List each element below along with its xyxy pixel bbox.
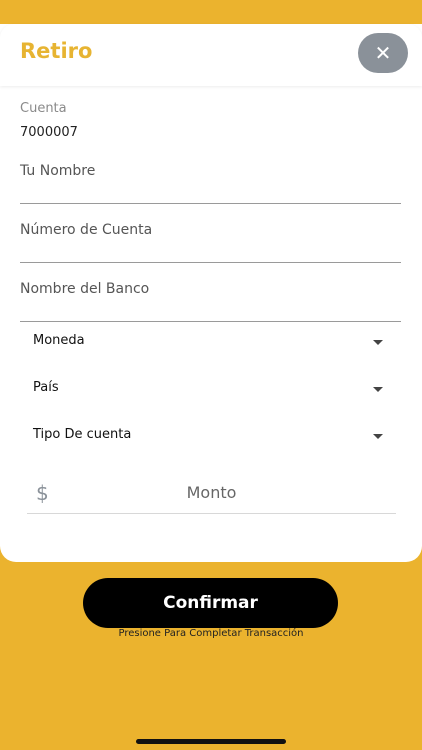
account-label: Cuenta xyxy=(20,101,67,116)
chevron-down-icon xyxy=(373,387,383,392)
country-select[interactable]: País xyxy=(33,380,383,404)
confirm-button[interactable]: Confirmar xyxy=(83,578,338,628)
account-type-select[interactable]: Tipo De cuenta xyxy=(33,427,383,451)
account-number-field-label: Número de Cuenta xyxy=(20,222,153,238)
bank-name-field-label: Nombre del Banco xyxy=(20,281,150,297)
name-field[interactable]: Tu Nombre xyxy=(20,163,401,204)
page-title: Retiro xyxy=(20,39,93,63)
close-button[interactable]: ✕ xyxy=(358,33,408,73)
chevron-down-icon xyxy=(373,340,383,345)
chevron-down-icon xyxy=(373,434,383,439)
currency-select-label: Moneda xyxy=(33,333,85,348)
withdraw-form-card: Retiro ✕ Cuenta 7000007 Tu Nombre Número… xyxy=(0,24,422,562)
account-number-field[interactable]: Número de Cuenta xyxy=(20,222,401,263)
name-field-label: Tu Nombre xyxy=(20,163,96,179)
form-header: Retiro ✕ xyxy=(0,24,422,86)
amount-placeholder: Monto xyxy=(186,483,237,502)
account-value: 7000007 xyxy=(20,125,78,140)
home-indicator xyxy=(136,739,286,744)
amount-input[interactable]: $ Monto xyxy=(27,479,396,514)
country-select-label: País xyxy=(33,380,59,395)
close-icon: ✕ xyxy=(374,41,392,65)
currency-select[interactable]: Moneda xyxy=(33,333,383,357)
confirm-hint: Presione Para Completar Transacción xyxy=(118,628,304,639)
account-type-select-label: Tipo De cuenta xyxy=(33,427,132,442)
bank-name-field[interactable]: Nombre del Banco xyxy=(20,281,401,322)
